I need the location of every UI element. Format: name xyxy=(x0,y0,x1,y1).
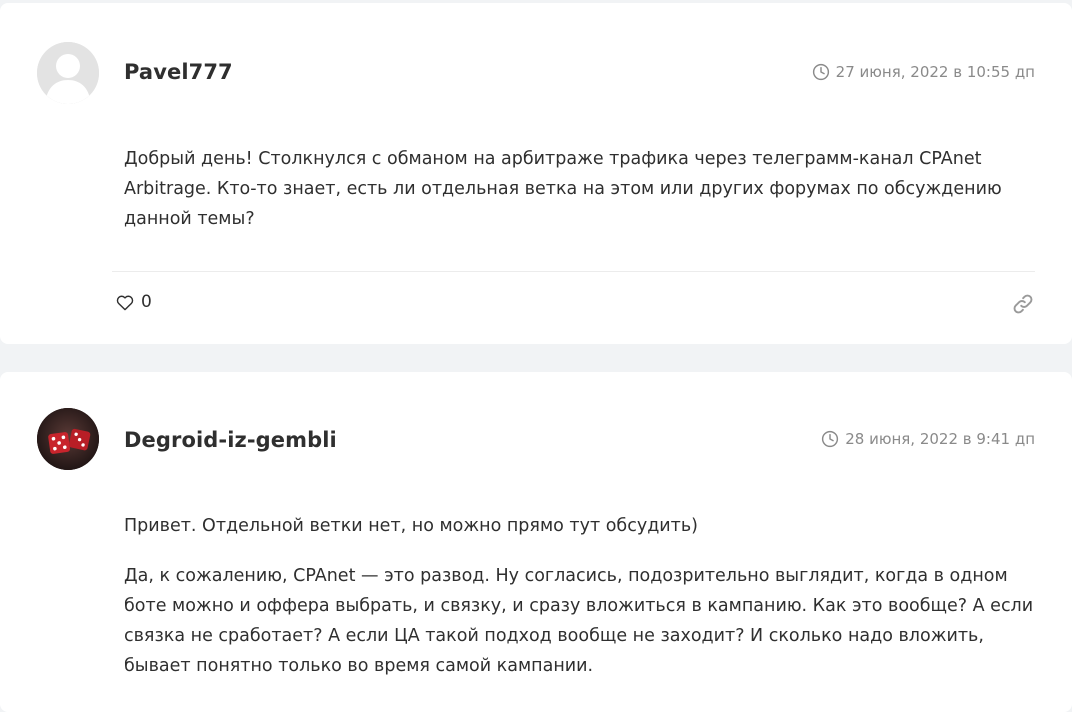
comment-paragraph: Привет. Отдельной ветки нет, но можно пр… xyxy=(124,516,699,536)
red-dice-avatar-icon xyxy=(37,408,99,470)
permalink-button[interactable] xyxy=(1011,292,1035,316)
clock-icon xyxy=(812,63,829,81)
avatar[interactable] xyxy=(37,42,99,104)
link-icon xyxy=(1013,294,1033,314)
clock-icon xyxy=(822,430,839,448)
like-button[interactable]: 0 xyxy=(116,292,152,312)
default-user-avatar-icon xyxy=(37,42,99,104)
comment-body: Привет. Отдельной ветки нет, но можно пр… xyxy=(124,511,1042,681)
comment-date-text: 28 июня, 2022 в 9:41 дп xyxy=(845,430,1035,448)
comment-card: Degroid-iz-gembli 28 июня, 2022 в 9:41 д… xyxy=(0,372,1072,712)
comment-paragraph: Добрый день! Столкнулся с обманом на арб… xyxy=(124,149,1002,229)
comment-author[interactable]: Degroid-iz-gembli xyxy=(124,428,337,452)
comment-date[interactable]: 27 июня, 2022 в 10:55 дп xyxy=(812,63,1035,81)
divider xyxy=(112,271,1035,272)
comment-body: Добрый день! Столкнулся с обманом на арб… xyxy=(124,144,1042,234)
comment-paragraph: Да, к сожалению, CPAnet — это развод. Ну… xyxy=(124,566,1034,676)
comment-date[interactable]: 28 июня, 2022 в 9:41 дп xyxy=(821,430,1035,448)
heart-icon xyxy=(116,295,134,310)
comment-card: Pavel777 27 июня, 2022 в 10:55 дп Добрый… xyxy=(0,3,1072,344)
comment-author[interactable]: Pavel777 xyxy=(124,60,233,84)
comment-date-text: 27 июня, 2022 в 10:55 дп xyxy=(835,63,1035,81)
avatar[interactable] xyxy=(37,408,99,470)
like-count: 0 xyxy=(141,292,152,312)
